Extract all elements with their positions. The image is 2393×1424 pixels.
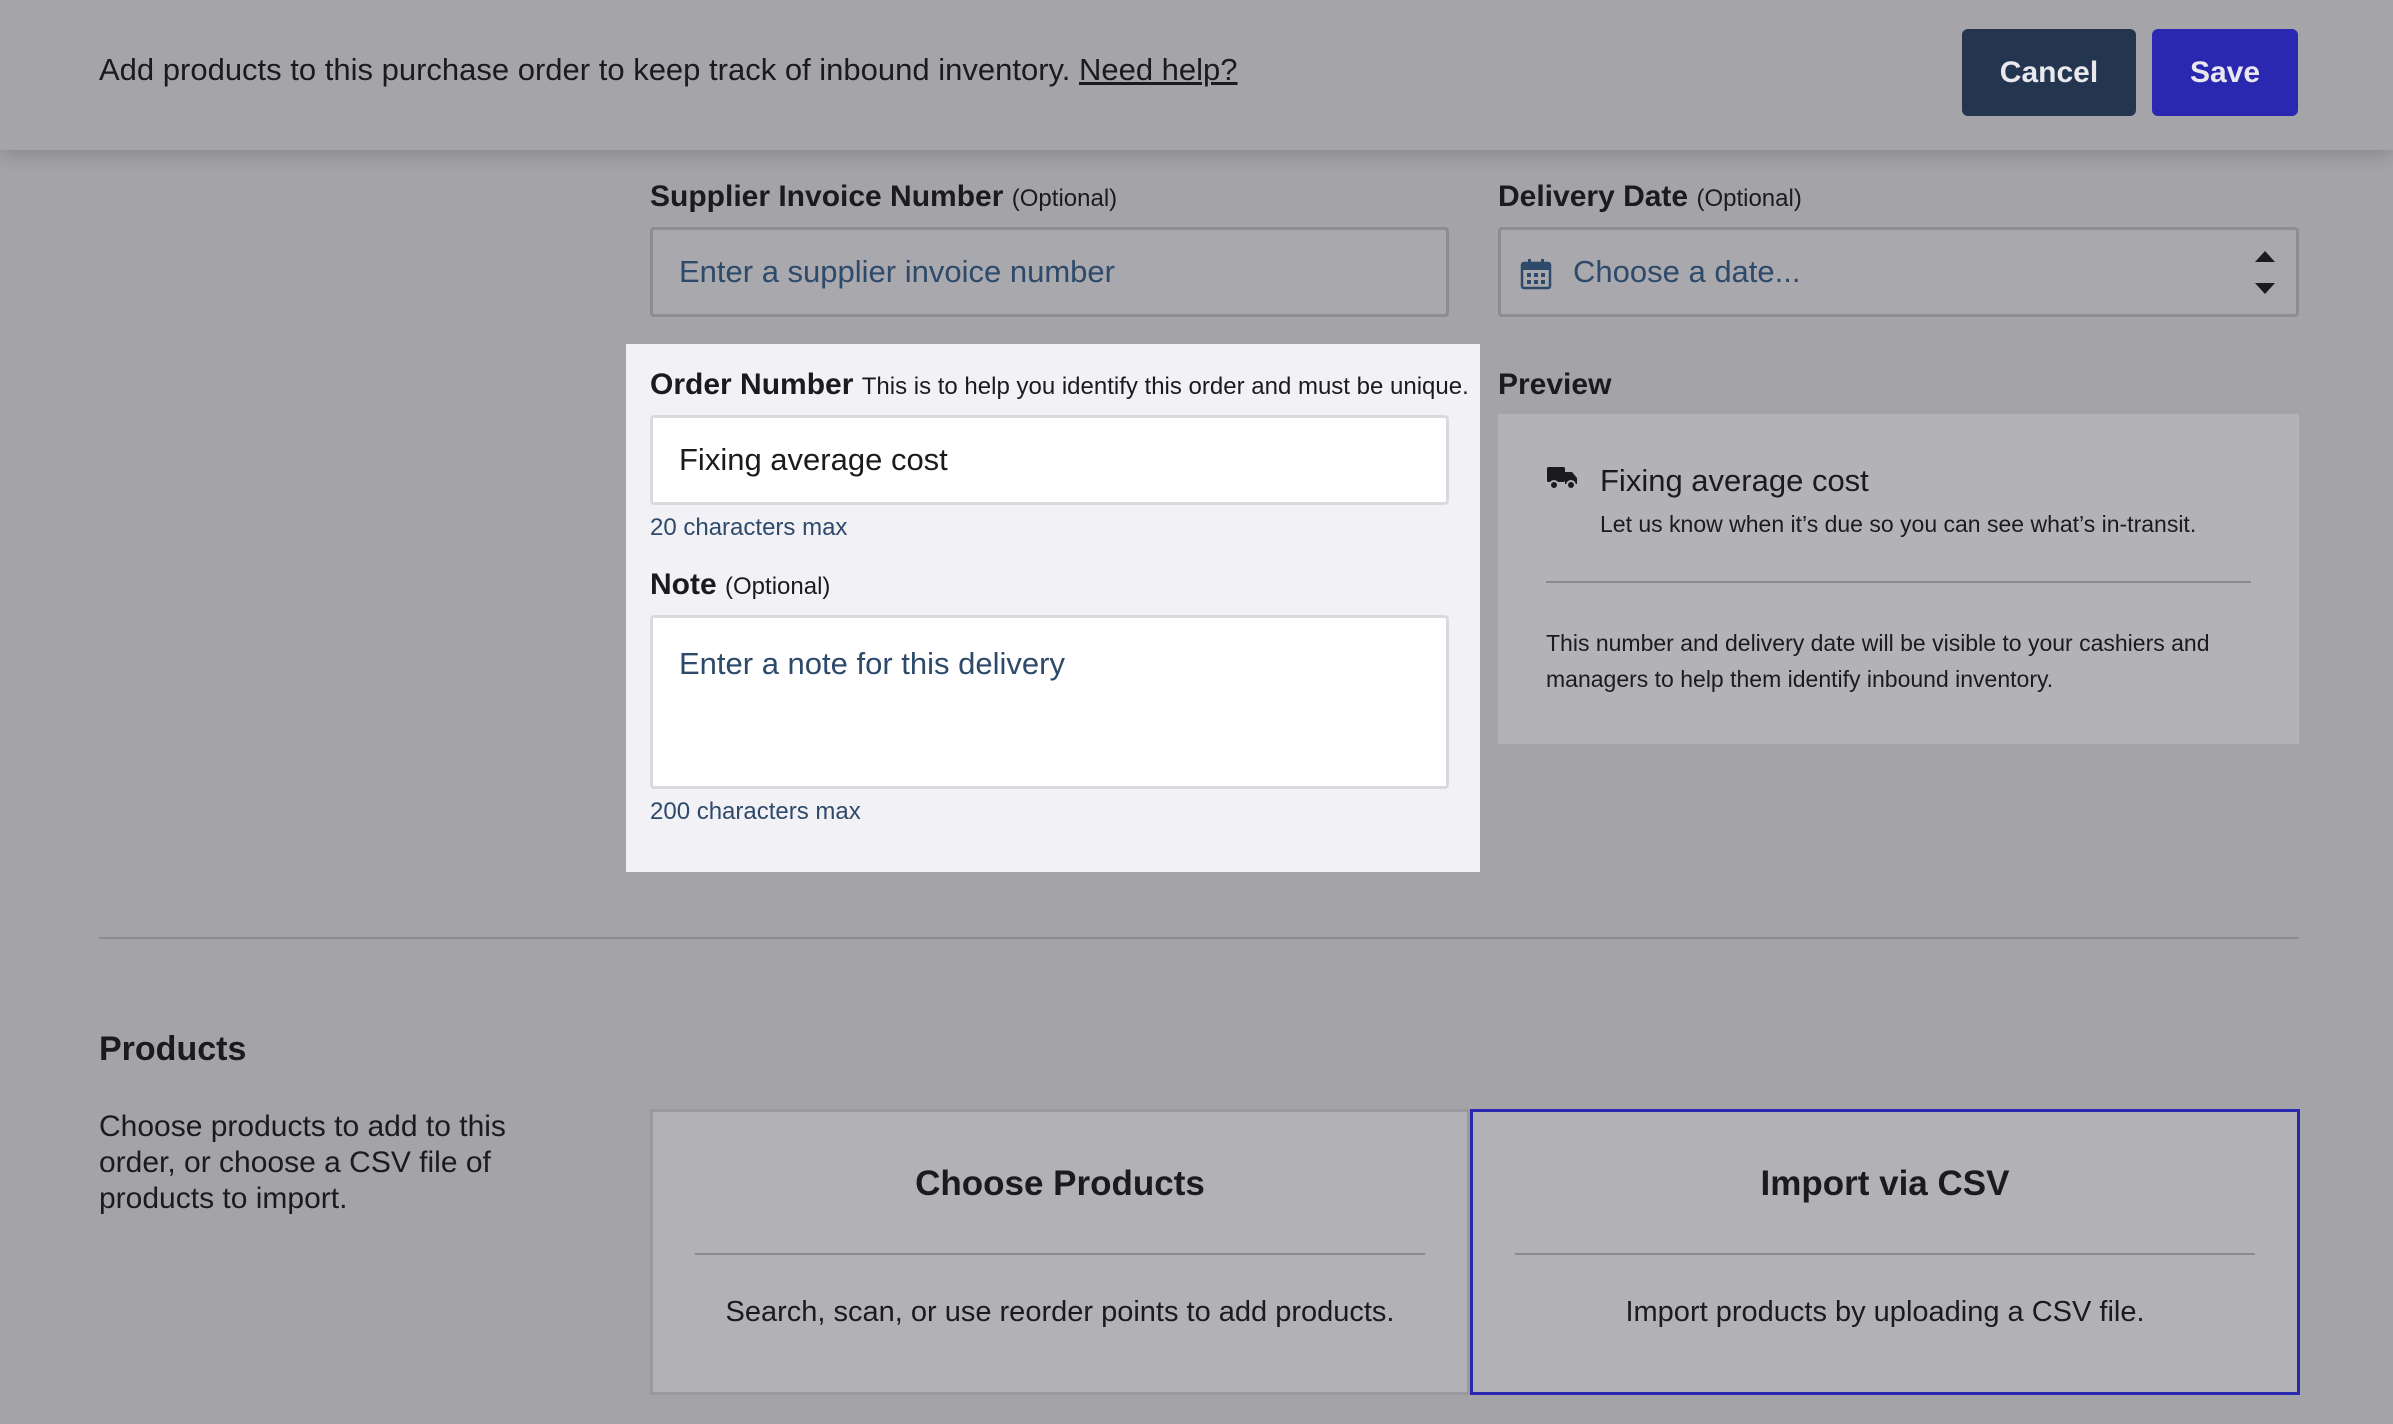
need-help-link[interactable]: Need help? — [1079, 52, 1238, 87]
supplier-invoice-optional: (Optional) — [1011, 185, 1118, 212]
note-optional: (Optional) — [725, 573, 831, 600]
note-textarea[interactable]: Enter a note for this delivery — [650, 615, 1449, 789]
note-label: Note (Optional) — [650, 568, 830, 602]
calendar-icon — [1520, 259, 1552, 290]
intro-message: Add products to this purchase order to k… — [99, 52, 1071, 87]
order-number-label-text: Order Number — [650, 368, 854, 401]
save-button[interactable]: Save — [2152, 29, 2298, 116]
truck-icon — [1547, 467, 1577, 490]
order-number-label: Order Number This is to help you identif… — [650, 368, 1469, 402]
preview-description: This number and delivery date will be vi… — [1546, 630, 2210, 692]
cancel-button[interactable]: Cancel — [1962, 29, 2136, 116]
delivery-date-input[interactable]: Choose a date... — [1498, 227, 2299, 317]
date-stepper-icon[interactable] — [2251, 245, 2279, 301]
products-description: Choose products to add to this order, or… — [99, 1110, 506, 1215]
import-csv-option[interactable]: Import via CSV Import products by upload… — [1470, 1109, 2300, 1395]
choose-products-divider — [695, 1253, 1425, 1255]
delivery-date-label: Delivery Date (Optional) — [1498, 180, 1802, 214]
supplier-invoice-placeholder: Enter a supplier invoice number — [679, 254, 1115, 289]
section-divider — [99, 937, 2299, 939]
choose-products-title: Choose Products — [915, 1164, 1205, 1203]
preview-label: Preview — [1498, 368, 1612, 401]
order-number-value: Fixing average cost — [679, 442, 948, 477]
products-title: Products — [99, 1030, 247, 1068]
intro-text: Add products to this purchase order to k… — [99, 52, 1238, 88]
preview-subtitle: Let us know when it’s due so you can see… — [1600, 511, 2197, 537]
supplier-invoice-input[interactable]: Enter a supplier invoice number — [650, 227, 1449, 317]
top-bar: Add products to this purchase order to k… — [0, 0, 2393, 150]
order-number-max-note: 20 characters max — [650, 514, 848, 541]
choose-products-description: Search, scan, or use reorder points to a… — [725, 1296, 1395, 1328]
supplier-invoice-label: Supplier Invoice Number (Optional) — [650, 180, 1117, 214]
preview-divider — [1546, 581, 2251, 583]
note-placeholder: Enter a note for this delivery — [679, 646, 1065, 681]
delivery-date-label-text: Delivery Date — [1498, 180, 1689, 213]
delivery-date-optional: (Optional) — [1696, 185, 1802, 212]
order-number-input[interactable]: Fixing average cost — [650, 415, 1449, 505]
preview-title: Fixing average cost — [1600, 463, 1869, 498]
delivery-date-placeholder: Choose a date... — [1573, 254, 1801, 289]
note-max-note: 200 characters max — [650, 798, 861, 825]
note-label-text: Note — [650, 568, 717, 601]
choose-products-option[interactable]: Choose Products Search, scan, or use reo… — [650, 1109, 1470, 1395]
order-number-hint: This is to help you identify this order … — [861, 373, 1469, 400]
supplier-invoice-label-text: Supplier Invoice Number — [650, 180, 1004, 213]
import-csv-divider — [1515, 1253, 2255, 1255]
import-csv-title: Import via CSV — [1760, 1164, 2010, 1203]
import-csv-description: Import products by uploading a CSV file. — [1625, 1296, 2145, 1328]
